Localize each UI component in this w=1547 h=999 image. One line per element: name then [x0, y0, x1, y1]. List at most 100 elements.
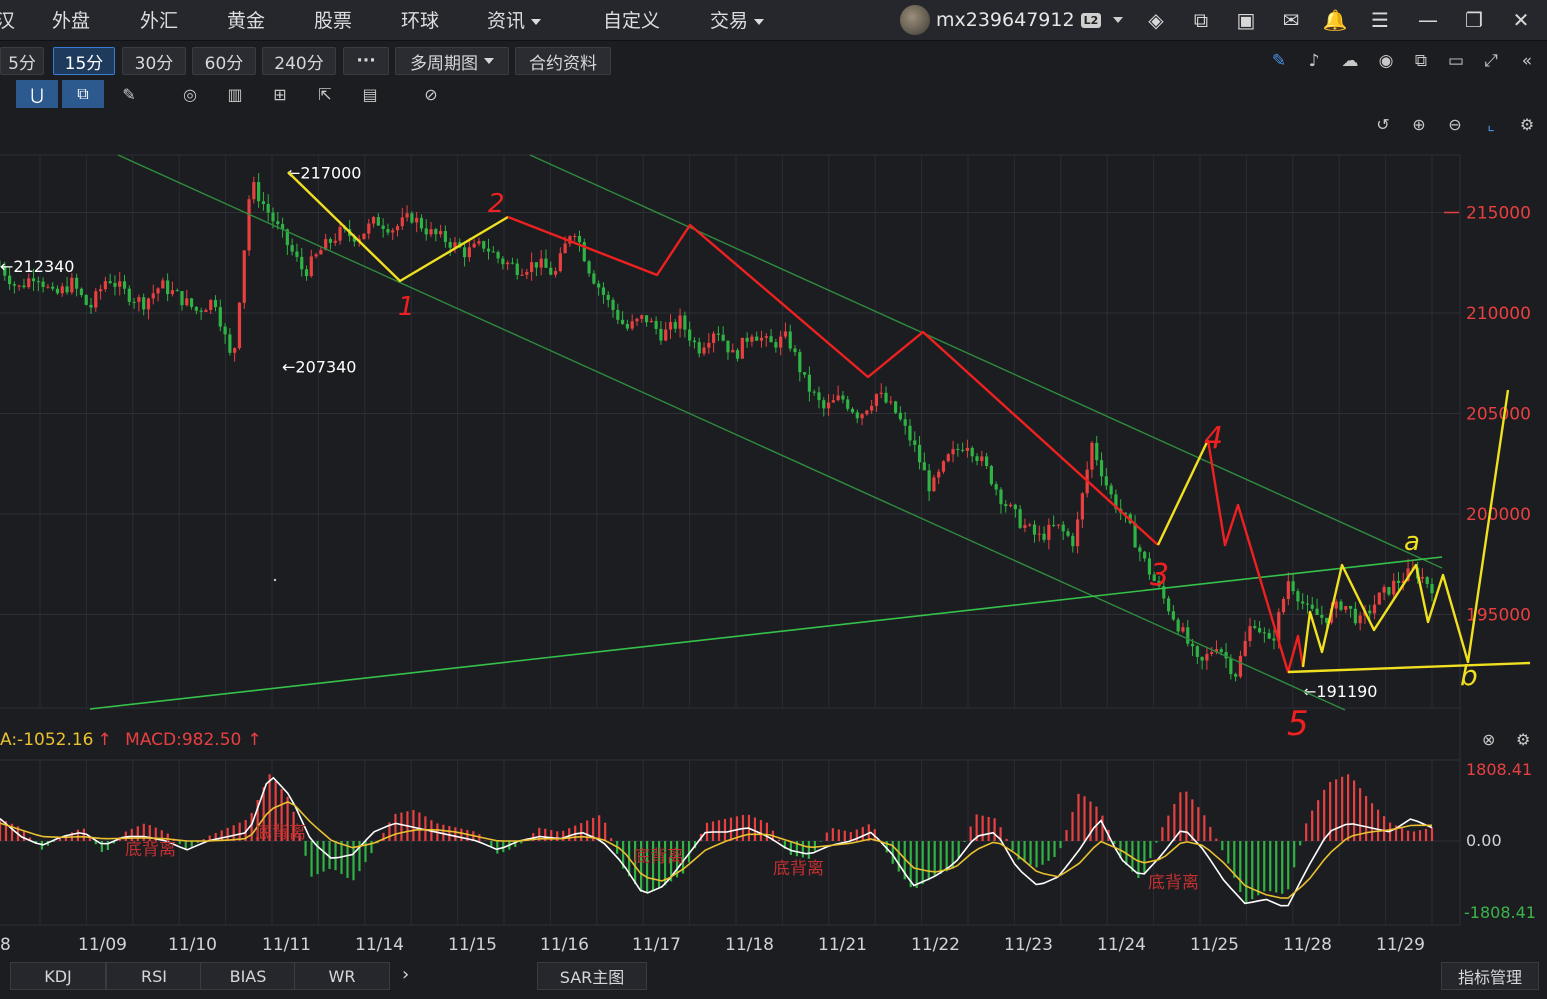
price-annotation: ←212340 [0, 257, 74, 276]
candle-body [668, 322, 673, 330]
x-tick-label: 8 [0, 935, 11, 955]
candle-body [1315, 608, 1319, 615]
divergence-mark: 底背离 [1148, 873, 1199, 893]
candle-body [1310, 604, 1314, 609]
candle-body [726, 340, 730, 353]
tab-bias[interactable]: BIAS [200, 962, 296, 990]
candle-body [486, 248, 491, 252]
candle-body [118, 281, 122, 287]
candle-body [309, 256, 313, 277]
candle-body [683, 315, 687, 330]
panel-settings-icon[interactable]: ⚙ [1516, 730, 1530, 749]
candle-body [893, 401, 898, 413]
candle-body [783, 331, 788, 337]
x-tick-label: 11/21 [818, 935, 867, 955]
candle-body [482, 241, 486, 249]
candle-body [577, 235, 582, 243]
candle-body [1334, 601, 1338, 609]
candle-body [391, 230, 395, 233]
tab-sar-main[interactable]: SAR主图 [537, 962, 647, 990]
candle-body [606, 294, 610, 300]
candle-body [1090, 442, 1094, 470]
candle-body [530, 262, 534, 272]
macd-axis-top: 1808.41 [1466, 760, 1533, 779]
x-tick-label: 11/16 [540, 935, 589, 955]
y-axis-labels: 215000210000205000200000195000 [1444, 204, 1531, 626]
candle-body [276, 221, 280, 225]
candle-body [1066, 531, 1070, 536]
y-tick-label: 205000 [1466, 405, 1531, 425]
candle-body [27, 278, 31, 288]
tab-rsi[interactable]: RSI [106, 962, 202, 990]
candle-body [932, 477, 936, 492]
candle-body [84, 295, 88, 305]
macd-axis-bottom: -1808.41 [1464, 903, 1536, 922]
candle-body [103, 281, 107, 290]
candle-body [841, 395, 845, 400]
x-tick-label: 11/10 [168, 935, 217, 955]
candle-body [759, 337, 764, 341]
wave-mark: 4 [1204, 421, 1223, 456]
candle-body [70, 277, 74, 293]
candle-body [515, 263, 519, 275]
macd-dea-line [0, 801, 1432, 899]
candle-body [22, 285, 26, 288]
chevron-right-icon[interactable]: › [402, 964, 409, 985]
candle-body [558, 253, 562, 272]
candle-body [506, 262, 510, 265]
tab-kdj[interactable]: KDJ [10, 962, 106, 990]
candle-body [491, 251, 495, 253]
candle-body [477, 241, 481, 244]
x-tick-label: 11/14 [355, 935, 404, 955]
candle-body [1071, 535, 1075, 547]
candle-body [60, 286, 64, 294]
candle-body [937, 471, 941, 478]
candle-body [108, 281, 112, 283]
price-chart[interactable]: 底背离底背离底背离底背离底背离 215000210000205000200000… [0, 0, 1547, 999]
candle-body [716, 333, 720, 335]
candle-body [89, 304, 93, 308]
candle-body [1257, 627, 1262, 633]
candle-body [257, 182, 261, 202]
candle-body [237, 302, 242, 349]
candle-body [1200, 656, 1204, 661]
candle-body [122, 281, 127, 289]
candle-body [1392, 580, 1396, 595]
candle-body [1190, 643, 1195, 647]
tab-wr[interactable]: WR [294, 962, 390, 990]
candle-body [467, 247, 471, 258]
candle-body [870, 405, 874, 411]
candle-body [204, 310, 208, 312]
close-panel-icon[interactable]: ⊗ [1482, 730, 1495, 749]
candle-body [65, 286, 69, 293]
candle-body [846, 399, 850, 409]
candle-body [1262, 632, 1266, 634]
chart-grid [0, 154, 1461, 926]
candle-body [1186, 627, 1190, 644]
candle-body [970, 447, 974, 457]
candle-body [199, 310, 203, 312]
candle-body [779, 336, 783, 348]
candle-body [79, 288, 84, 296]
candle-body [1104, 476, 1108, 486]
candle-body [951, 448, 955, 455]
candle-body [616, 309, 620, 320]
indicator-manage-button[interactable]: 指标管理 [1441, 962, 1539, 990]
candle-body [266, 203, 270, 213]
x-tick-label: 11/22 [911, 935, 960, 955]
candle-body [922, 462, 926, 471]
candle-body [635, 318, 639, 322]
trend-line [89, 556, 1443, 710]
wave-mark: 2 [488, 189, 505, 219]
candle-body [185, 298, 189, 306]
candle-body [1296, 591, 1300, 602]
candle-body [333, 240, 337, 243]
candle-body [400, 217, 404, 227]
candle-body [510, 262, 515, 264]
candle-body [520, 274, 524, 276]
candle-body [946, 454, 950, 462]
candle-body [434, 229, 438, 235]
candle-body [889, 401, 893, 403]
candle-body [51, 286, 55, 289]
candle-body [1052, 524, 1056, 526]
